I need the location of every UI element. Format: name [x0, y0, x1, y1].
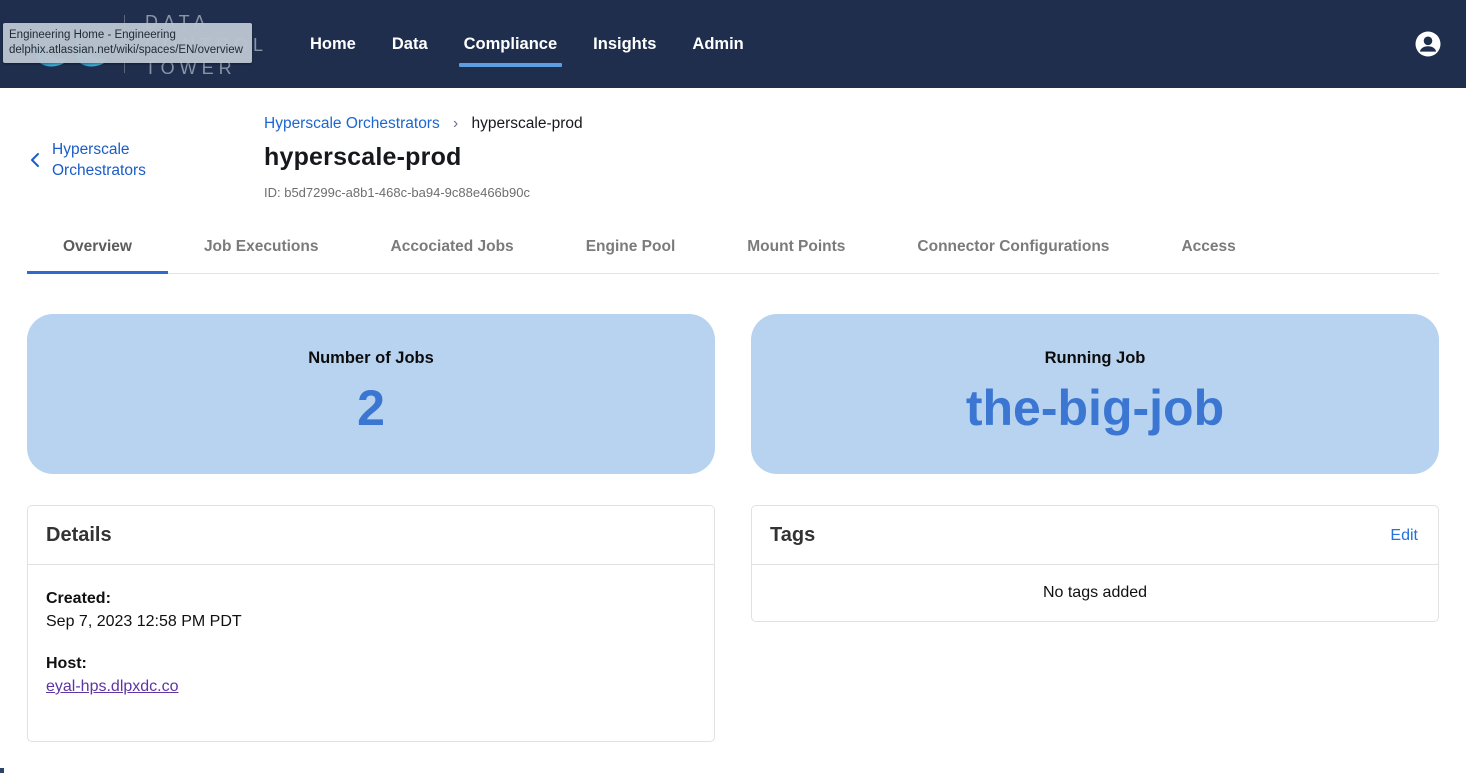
summary-card-value: 2: [357, 383, 385, 433]
details-card: Details Created: Sep 7, 2023 12:58 PM PD…: [27, 505, 715, 742]
tags-empty-message: No tags added: [1043, 584, 1147, 601]
tab-mount-points[interactable]: Mount Points: [711, 224, 881, 273]
entity-id: ID: b5d7299c-a8b1-468c-ba94-9c88e466b90c: [264, 185, 583, 200]
user-avatar-button[interactable]: [1414, 30, 1442, 58]
tags-card-body: No tags added: [752, 565, 1438, 621]
created-label: Created:: [46, 590, 696, 608]
summary-row: Number of Jobs 2 Running Job the-big-job: [27, 314, 1439, 474]
breadcrumb-current: hyperscale-prod: [472, 115, 583, 132]
running-job-card: Running Job the-big-job: [751, 314, 1439, 474]
tab-engine-pool[interactable]: Engine Pool: [550, 224, 712, 273]
summary-card-value: the-big-job: [966, 383, 1224, 433]
created-field: Created: Sep 7, 2023 12:58 PM PDT: [46, 590, 696, 631]
edit-tags-link[interactable]: Edit: [1390, 527, 1418, 545]
host-field: Host: eyal-hps.dlpxdc.co: [46, 655, 696, 696]
summary-card-label: Number of Jobs: [308, 349, 434, 368]
back-link-label: Hyperscale Orchestrators: [52, 139, 172, 181]
link-preview-tooltip: Engineering Home - Engineering delphix.a…: [3, 23, 252, 63]
lower-row: Details Created: Sep 7, 2023 12:58 PM PD…: [27, 505, 1439, 742]
nav-item-compliance[interactable]: Compliance: [446, 29, 576, 60]
chevron-left-icon: [28, 151, 42, 169]
breadcrumb: Hyperscale Orchestrators › hyperscale-pr…: [264, 114, 583, 134]
tags-card-title: Tags: [770, 524, 815, 547]
account-circle-icon: [1414, 30, 1442, 58]
page-title: hyperscale-prod: [264, 143, 583, 172]
page-head-main: Hyperscale Orchestrators › hyperscale-pr…: [264, 114, 583, 200]
details-card-header: Details: [28, 506, 714, 565]
nav-item-data[interactable]: Data: [374, 29, 446, 60]
tab-access[interactable]: Access: [1145, 224, 1271, 273]
tooltip-title: Engineering Home - Engineering: [9, 28, 243, 43]
tags-card-header: Tags Edit: [752, 506, 1438, 565]
tags-card: Tags Edit No tags added: [751, 505, 1439, 622]
details-card-body: Created: Sep 7, 2023 12:58 PM PDT Host: …: [28, 565, 714, 741]
back-link[interactable]: Hyperscale Orchestrators: [27, 139, 264, 181]
details-card-title: Details: [46, 524, 112, 547]
nav-item-insights[interactable]: Insights: [575, 29, 674, 60]
tab-overview[interactable]: Overview: [27, 224, 168, 273]
app-root: DATA CONTROL TOWER Home Data Compliance …: [0, 0, 1466, 773]
bottom-corner-artifact: [0, 768, 4, 773]
summary-card-label: Running Job: [1045, 349, 1146, 368]
breadcrumb-separator-icon: ›: [453, 115, 458, 132]
primary-nav: Home Data Compliance Insights Admin: [292, 29, 762, 60]
number-of-jobs-card: Number of Jobs 2: [27, 314, 715, 474]
page-head: Hyperscale Orchestrators Hyperscale Orch…: [0, 88, 1466, 200]
tooltip-url: delphix.atlassian.net/wiki/spaces/EN/ove…: [9, 43, 243, 58]
host-link[interactable]: eyal-hps.dlpxdc.co: [46, 678, 179, 695]
nav-item-admin[interactable]: Admin: [674, 29, 761, 60]
host-label: Host:: [46, 655, 696, 673]
nav-item-home[interactable]: Home: [292, 29, 374, 60]
tab-bar: Overview Job Executions Accociated Jobs …: [27, 224, 1439, 274]
created-value: Sep 7, 2023 12:58 PM PDT: [46, 613, 696, 631]
tab-accociated-jobs[interactable]: Accociated Jobs: [355, 224, 550, 273]
tab-connector-configurations[interactable]: Connector Configurations: [881, 224, 1145, 273]
tab-job-executions[interactable]: Job Executions: [168, 224, 355, 273]
breadcrumb-parent-link[interactable]: Hyperscale Orchestrators: [264, 115, 440, 132]
